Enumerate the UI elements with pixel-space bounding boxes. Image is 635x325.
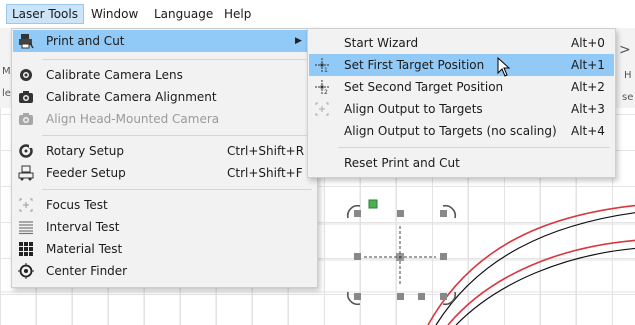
menu-divider	[42, 59, 312, 60]
rotation-handle	[368, 199, 378, 209]
submenu-item-set-first-target[interactable]: 1 Set First Target Position Alt+1	[309, 54, 614, 76]
submenu-item-align-output[interactable]: Align Output to Targets Alt+3	[309, 98, 614, 120]
menu-laser-tools[interactable]: Laser Tools	[6, 4, 84, 24]
submenu-item-label: Set Second Target Position	[344, 80, 504, 94]
menu-divider	[42, 189, 312, 190]
menu-item-label: Interval Test	[46, 220, 120, 234]
menu-item-center-finder[interactable]: Center Finder	[13, 260, 316, 282]
camera-icon	[18, 111, 34, 127]
submenu-item-shortcut: Alt+0	[571, 36, 605, 50]
camera-icon	[18, 89, 34, 105]
menu-item-material-test[interactable]: Material Test	[13, 238, 316, 260]
menu-item-shortcut: Ctrl+Shift+R	[227, 144, 305, 158]
svg-text:1: 1	[324, 67, 328, 73]
menu-item-calibrate-camera-lens[interactable]: Calibrate Camera Lens	[13, 64, 316, 86]
menu-item-shortcut: Ctrl+Shift+F	[227, 166, 303, 180]
align-targets-icon	[314, 101, 330, 117]
submenu-item-label: Start Wizard	[344, 36, 419, 50]
menu-language[interactable]: Language	[149, 5, 218, 23]
mouse-cursor-icon	[497, 57, 511, 77]
menu-item-feeder-setup[interactable]: Feeder Setup Ctrl+Shift+F	[13, 162, 316, 184]
camera-lens-icon	[18, 67, 34, 83]
menu-item-interval-test[interactable]: Interval Test	[13, 216, 316, 238]
submenu-item-align-output-no-scaling[interactable]: Align Output to Targets (no scaling) Alt…	[309, 120, 614, 142]
menu-help[interactable]: Help	[219, 5, 256, 23]
feeder-icon	[18, 165, 34, 181]
menu-item-label: Rotary Setup	[46, 144, 124, 158]
submenu-item-start-wizard[interactable]: Start Wizard Alt+0	[309, 32, 614, 54]
menu-item-label: Calibrate Camera Lens	[46, 68, 183, 82]
focus-test-icon	[18, 197, 34, 213]
menu-item-print-and-cut[interactable]: Print and Cut ▶	[13, 30, 316, 52]
menu-item-label: Calibrate Camera Alignment	[46, 90, 217, 104]
menu-divider	[42, 135, 312, 136]
menu-item-align-head-mounted-camera[interactable]: Align Head-Mounted Camera	[13, 108, 316, 130]
submenu-item-shortcut: Alt+3	[571, 102, 605, 116]
material-test-icon	[18, 241, 34, 257]
submenu-divider	[338, 147, 610, 148]
submenu-item-label: Align Output to Targets	[344, 102, 483, 116]
submenu-item-shortcut: Alt+4	[571, 124, 605, 138]
laser-tools-menu: Print and Cut ▶ Calibrate Camera Lens Ca…	[11, 28, 318, 288]
rotary-icon	[18, 143, 34, 159]
menu-item-label: Center Finder	[46, 264, 128, 278]
menu-item-label: Material Test	[46, 242, 123, 256]
submenu-item-set-second-target[interactable]: 2 Set Second Target Position Alt+2	[309, 76, 614, 98]
submenu-item-reset-print-and-cut[interactable]: Reset Print and Cut	[309, 152, 614, 174]
submenu-item-shortcut: Alt+1	[571, 58, 605, 72]
menu-bar: Laser Tools Window Language Help	[0, 0, 635, 28]
submenu-arrow-icon: ▶	[295, 36, 302, 46]
menu-item-rotary-setup[interactable]: Rotary Setup Ctrl+Shift+R	[13, 140, 316, 162]
print-and-cut-submenu: Start Wizard Alt+0 1 Set First Target Po…	[307, 28, 616, 178]
interval-test-icon	[18, 219, 34, 235]
submenu-item-label: Reset Print and Cut	[344, 156, 460, 170]
menu-item-calibrate-camera-alignment[interactable]: Calibrate Camera Alignment	[13, 86, 316, 108]
menu-item-label: Focus Test	[46, 198, 108, 212]
submenu-item-label: Align Output to Targets (no scaling)	[344, 124, 557, 138]
submenu-item-shortcut: Alt+2	[571, 80, 605, 94]
menu-item-focus-test[interactable]: Focus Test	[13, 194, 316, 216]
menu-item-label: Print and Cut	[46, 34, 125, 48]
submenu-item-label: Set First Target Position	[344, 58, 485, 72]
center-finder-icon	[18, 263, 34, 279]
svg-text:2: 2	[324, 89, 328, 95]
menu-item-label: Align Head-Mounted Camera	[46, 112, 220, 126]
first-target-icon: 1	[314, 57, 330, 74]
print-and-cut-icon	[18, 33, 34, 49]
menu-item-label: Feeder Setup	[46, 166, 126, 180]
menu-window[interactable]: Window	[86, 5, 143, 23]
second-target-icon: 2	[314, 79, 330, 96]
